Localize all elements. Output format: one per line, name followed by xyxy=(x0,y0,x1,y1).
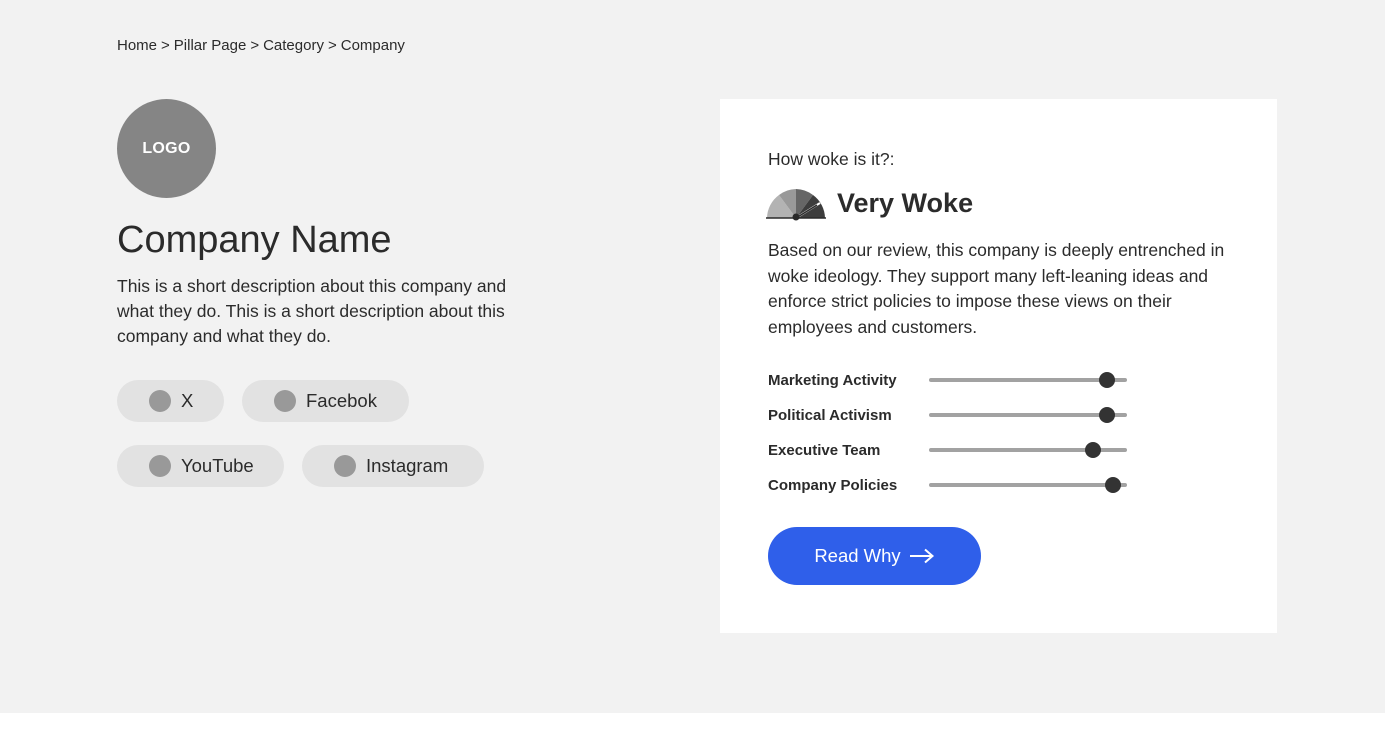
rating-title: Very Woke xyxy=(837,188,974,218)
metric-label: Company Policies xyxy=(768,476,898,494)
metric-slider-thumb xyxy=(1105,477,1122,493)
x-icon xyxy=(149,390,171,412)
facebook-icon xyxy=(274,390,296,412)
social-link-youtube[interactable]: YouTube xyxy=(117,445,284,487)
breadcrumb-separator: > xyxy=(327,37,337,54)
arrow-right-icon xyxy=(909,548,935,564)
social-link-instagram[interactable]: Instagram xyxy=(302,445,484,487)
breadcrumb-separator: > xyxy=(250,37,260,54)
breadcrumb: Home > Pillar Page > Category > Company xyxy=(117,37,405,54)
metric-slider-thumb xyxy=(1099,372,1116,388)
logo-text: LOGO xyxy=(142,139,191,157)
breadcrumb-separator: > xyxy=(161,37,170,54)
social-link-label: Facebok xyxy=(306,390,377,411)
rating-question: How woke is it?: xyxy=(768,149,895,169)
social-link-x[interactable]: X xyxy=(117,380,224,422)
read-why-button[interactable]: Read Why xyxy=(768,527,981,585)
metric-label: Political Activism xyxy=(768,406,892,424)
breadcrumb-home[interactable]: Home xyxy=(117,37,157,54)
breadcrumb-pillar-page[interactable]: Pillar Page xyxy=(174,37,247,54)
metric-slider-thumb xyxy=(1085,442,1102,458)
metric-slider xyxy=(929,477,1127,493)
instagram-icon xyxy=(334,455,356,477)
metric-label: Executive Team xyxy=(768,441,881,459)
breadcrumb-company[interactable]: Company xyxy=(341,37,405,54)
social-link-label: Instagram xyxy=(366,455,449,476)
breadcrumb-category[interactable]: Category xyxy=(263,37,324,54)
metric-marketing-activity: Marketing Activity xyxy=(768,370,1127,390)
metric-label: Marketing Activity xyxy=(768,371,897,389)
metric-executive-team: Executive Team xyxy=(768,440,1127,460)
metric-slider xyxy=(929,372,1127,388)
rating-description: Based on our review, this company is dee… xyxy=(768,240,1225,337)
social-link-label: X xyxy=(181,390,194,411)
social-link-facebook[interactable]: Facebok xyxy=(242,380,409,422)
social-link-label: YouTube xyxy=(181,455,254,476)
metric-company-policies: Company Policies xyxy=(768,475,1127,495)
metric-slider xyxy=(929,442,1127,458)
metric-slider xyxy=(929,407,1127,423)
metric-political-activism: Political Activism xyxy=(768,405,1127,425)
metric-slider-thumb xyxy=(1099,407,1116,423)
company-logo: LOGO xyxy=(117,99,216,198)
rating-card: How woke is it?: Very Woke Based on our … xyxy=(720,99,1277,633)
company-name: Company Name xyxy=(117,219,392,261)
youtube-icon xyxy=(149,455,171,477)
gauge-icon xyxy=(766,189,826,221)
read-why-label: Read Why xyxy=(814,545,901,566)
company-description: This is a short description about this c… xyxy=(117,276,507,346)
